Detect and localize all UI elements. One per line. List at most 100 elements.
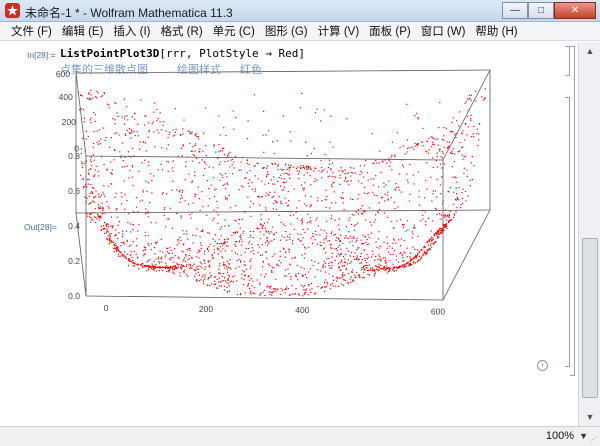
- chevron-down-icon[interactable]: ▼: [579, 431, 588, 441]
- plot-point: [190, 217, 192, 219]
- plot-point: [127, 253, 129, 255]
- plot-point: [363, 249, 366, 251]
- plot-point: [269, 294, 271, 296]
- plot-point: [309, 175, 311, 177]
- plot-point: [432, 190, 434, 192]
- resize-grip-icon[interactable]: ⋰: [589, 435, 599, 445]
- plot-point: [302, 295, 304, 297]
- plot-point: [370, 232, 372, 234]
- plot-point: [214, 240, 216, 242]
- plot-point: [220, 250, 222, 252]
- plot-point: [117, 248, 120, 250]
- plot-point: [224, 219, 226, 221]
- scroll-up-arrow-icon[interactable]: ▲: [583, 44, 597, 58]
- menu-cell[interactable]: 单元 (C): [208, 23, 260, 39]
- close-button[interactable]: ✕: [554, 2, 596, 19]
- plot-point: [349, 278, 351, 280]
- plot-point: [180, 268, 182, 270]
- plot-point: [215, 151, 217, 153]
- plot-point: [289, 238, 291, 240]
- plot-point: [246, 138, 249, 140]
- scrollbar-thumb[interactable]: [582, 238, 598, 398]
- plot-point: [95, 195, 97, 197]
- plot-point: [465, 200, 467, 202]
- plot-point: [147, 216, 149, 218]
- plot-point: [375, 241, 377, 243]
- plot-point: [368, 269, 370, 271]
- plot-point: [420, 256, 423, 258]
- menu-file[interactable]: 文件 (F): [6, 23, 57, 39]
- plot-point: [449, 152, 452, 154]
- plot-point: [254, 293, 256, 295]
- plot-point: [317, 225, 319, 227]
- plot-point: [150, 173, 152, 175]
- plot-point: [303, 203, 305, 205]
- plot-point: [331, 186, 333, 188]
- y-tick-label: 600: [56, 69, 70, 79]
- plot-point: [131, 176, 133, 178]
- plot-point: [238, 218, 240, 220]
- plot-point: [422, 255, 424, 257]
- status-bar: 100% ▼ ⋰: [0, 426, 600, 446]
- menu-format[interactable]: 格式 (R): [155, 23, 207, 39]
- maximize-button[interactable]: □: [528, 2, 554, 19]
- zoom-level[interactable]: 100%: [546, 430, 574, 442]
- plot-point: [304, 168, 306, 170]
- plot-point: [274, 288, 277, 290]
- plot-point: [182, 266, 184, 268]
- plot-point: [338, 237, 340, 239]
- plot-point: [273, 238, 275, 240]
- menu-window[interactable]: 窗口 (W): [416, 23, 471, 39]
- menu-edit[interactable]: 编辑 (E): [57, 23, 109, 39]
- menu-evaluation[interactable]: 计算 (V): [313, 23, 365, 39]
- plot-point: [427, 250, 429, 252]
- plot-point: [286, 168, 288, 170]
- plot-point: [240, 236, 242, 239]
- plot-point: [268, 130, 270, 132]
- plot-point: [417, 118, 419, 120]
- plot-point: [341, 261, 343, 263]
- menu-graphics[interactable]: 图形 (G): [260, 23, 313, 39]
- plot-point: [158, 132, 160, 134]
- plot-point: [106, 168, 108, 170]
- plot-point: [204, 266, 207, 268]
- plot-point: [258, 228, 260, 230]
- menu-help[interactable]: 帮助 (H): [470, 23, 522, 39]
- plot-point: [384, 269, 386, 271]
- plot-point: [211, 283, 213, 285]
- plot-point: [304, 195, 307, 197]
- mathematica-spikey-icon[interactable]: [5, 3, 20, 18]
- plot-point: [89, 192, 91, 194]
- plot-point: [186, 264, 188, 266]
- plot-point: [376, 266, 378, 268]
- plot-point: [262, 260, 264, 262]
- plot-point: [313, 170, 315, 172]
- scroll-down-arrow-icon[interactable]: ▼: [583, 410, 597, 424]
- plot-point: [229, 267, 231, 269]
- plot-point: [386, 247, 388, 249]
- plot-point: [388, 269, 390, 271]
- plot-point: [222, 176, 224, 179]
- plot-point: [353, 214, 355, 216]
- menu-palettes[interactable]: 面板 (P): [364, 23, 416, 39]
- plot-point: [165, 247, 168, 249]
- minimize-button[interactable]: —: [502, 2, 528, 19]
- menu-insert[interactable]: 插入 (I): [108, 23, 155, 39]
- plot-point: [241, 218, 244, 221]
- plot-point: [334, 233, 336, 235]
- plot-point: [411, 146, 413, 148]
- plot-point: [106, 230, 108, 233]
- plot-point: [342, 242, 344, 245]
- plot-point: [303, 189, 305, 191]
- vertical-scrollbar[interactable]: ▲ ▼: [578, 42, 600, 426]
- point-plot-3d[interactable]: 0 200 400 60060040020000.00.20.40.60.8: [0, 42, 578, 426]
- plot-point: [354, 172, 356, 174]
- plot-point: [234, 156, 236, 158]
- plot-point: [220, 242, 223, 244]
- plot-point: [165, 226, 167, 228]
- plot-point: [190, 264, 192, 266]
- plot-point: [183, 269, 185, 271]
- plot-point: [203, 278, 205, 280]
- plot-point: [225, 172, 227, 174]
- plot-point: [359, 262, 361, 264]
